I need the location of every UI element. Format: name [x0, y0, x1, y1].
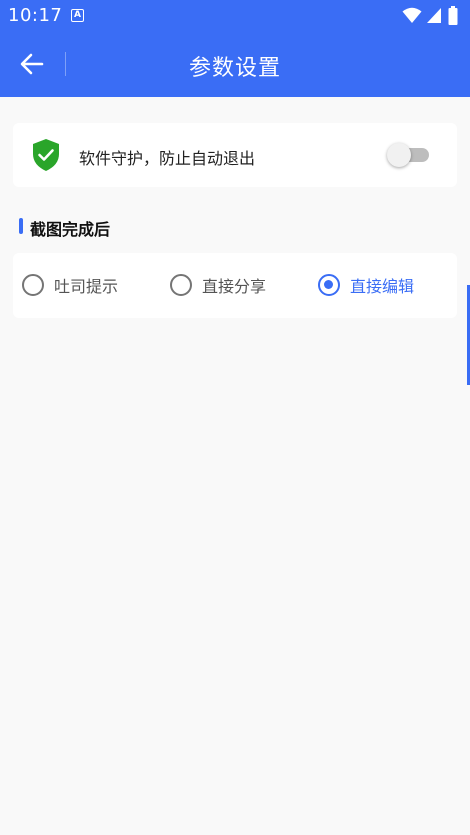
toggle-thumb	[387, 143, 411, 167]
radio-circle	[22, 274, 44, 296]
notification-app-icon: A	[71, 9, 84, 22]
battery-icon	[448, 6, 458, 25]
page-title: 参数设置	[188, 56, 281, 81]
radio-label: 直接分享	[202, 277, 267, 296]
status-time: 10:17	[8, 5, 63, 26]
radio-share[interactable]: 直接分享	[170, 271, 266, 299]
section-accent-bar	[19, 218, 23, 234]
radio-edit[interactable]: 直接编辑	[318, 271, 414, 299]
section-title: 截图完成后	[30, 220, 111, 239]
screenshot-options-card: 吐司提示 直接分享 直接编辑	[13, 253, 457, 318]
guard-label: 软件守护，防止自动退出	[79, 149, 256, 168]
guard-toggle[interactable]	[387, 143, 433, 167]
guard-card: 软件守护，防止自动退出	[13, 123, 457, 187]
radio-circle-checked	[318, 274, 340, 296]
signal-icon	[427, 8, 441, 23]
app-bar: 参数设置	[0, 32, 470, 97]
radio-circle	[170, 274, 192, 296]
status-bar: 10:17 A	[0, 0, 470, 32]
radio-label: 吐司提示	[54, 277, 119, 296]
radio-label: 直接编辑	[350, 277, 415, 296]
shield-check-icon	[33, 139, 59, 171]
radio-toast[interactable]: 吐司提示	[22, 271, 118, 299]
wifi-icon	[402, 7, 422, 23]
